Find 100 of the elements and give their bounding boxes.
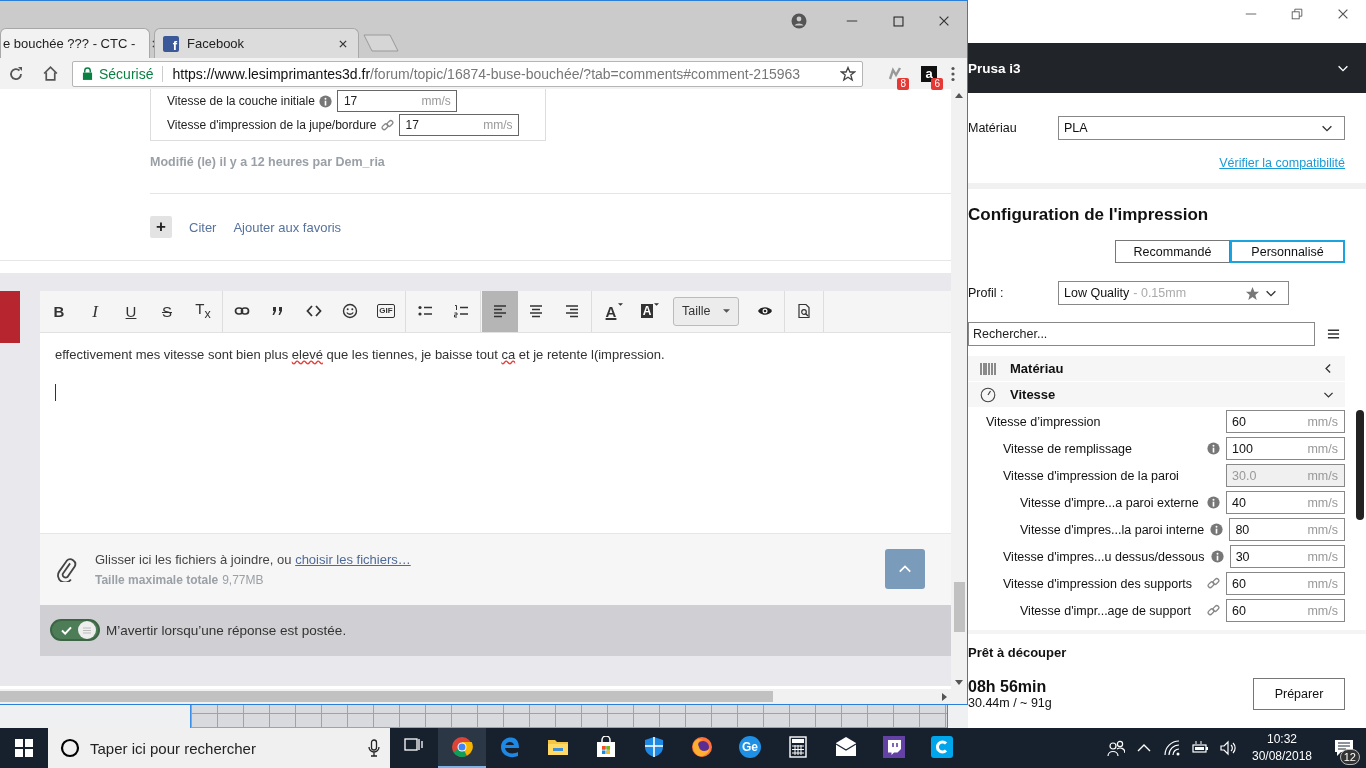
- format-button[interactable]: A: [629, 290, 665, 332]
- action-link[interactable]: Citer: [189, 219, 217, 235]
- search-icon: [60, 738, 80, 758]
- extension-icon: [887, 65, 903, 82]
- browser-tab[interactable]: f Facebook: [154, 28, 359, 58]
- category-label: Vitesse: [1010, 387, 1056, 402]
- menu-icon: [1327, 328, 1340, 340]
- unit-label: mm/s: [1307, 468, 1338, 483]
- avatar-placeholder: [0, 290, 20, 343]
- category-header[interactable]: Vitesse: [968, 382, 1345, 407]
- home-icon: [41, 65, 59, 82]
- print-time: 08h 56min: [968, 678, 1048, 696]
- unit-label: mm/s: [483, 118, 513, 132]
- notify-toggle[interactable]: [50, 619, 100, 642]
- gauge-icon: [980, 386, 996, 403]
- taskbar-app[interactable]: [438, 728, 486, 768]
- setting-label: Vitesse de la couche initiale: [167, 94, 315, 108]
- mode-tab[interactable]: Recommandé: [1115, 240, 1230, 263]
- section-title: Configuration de l'impression: [968, 205, 1210, 225]
- setting-field[interactable]: 60 mm/s: [1226, 599, 1345, 622]
- search-box[interactable]: Taper ici pour rechercher: [48, 728, 390, 768]
- left-button[interactable]: [482, 290, 518, 332]
- unit-label: mm/s: [1307, 495, 1338, 510]
- field-value: 60: [1232, 603, 1246, 618]
- field-value: 17: [343, 94, 358, 108]
- scroll-thumb[interactable]: [0, 691, 773, 702]
- setting-field[interactable]: 100 mm/s: [1226, 437, 1345, 460]
- wifi-icon: [1163, 739, 1181, 757]
- scrollbar[interactable]: [1356, 410, 1364, 520]
- notification-button[interactable]: 12: [1322, 728, 1366, 768]
- format-button[interactable]: T$_{x}$: [185, 290, 221, 332]
- lock-icon: [82, 67, 93, 80]
- scroll-thumb[interactable]: [953, 582, 965, 632]
- setting-label: Vitesse de remplissage: [1002, 441, 1133, 456]
- material-dropdown[interactable]: PLA: [1058, 116, 1345, 140]
- format-button[interactable]: U: [113, 290, 149, 332]
- material-usage: 30.44m / ~ 91g: [968, 696, 1052, 710]
- smiley-icon: [342, 303, 358, 320]
- profile-name: Low Quality: [1064, 286, 1130, 300]
- search-input[interactable]: Taper ici pour rechercher: [88, 738, 360, 758]
- unit-label: mm/s: [1307, 414, 1338, 429]
- action-link[interactable]: Ajouter aux favoris: [233, 219, 342, 235]
- info-icon: [1210, 523, 1224, 536]
- close-icon: [937, 14, 951, 28]
- printer-selector[interactable]: Prusa i3: [968, 43, 1366, 93]
- setting-label: Vitesse d’impression: [985, 414, 1102, 429]
- field-value: 100: [1232, 441, 1253, 456]
- address-bar[interactable]: Sécurisé https://www.lesimprimantes3d.fr/forum/topic/16874-buse-bouchée/?tab=comments#comment-215963: [72, 60, 863, 87]
- format-button[interactable]: B: [41, 290, 77, 332]
- badge: 6: [931, 77, 943, 90]
- format-button[interactable]: A: [593, 290, 629, 332]
- link-icon: [1206, 604, 1220, 617]
- drop-hint: Glisser ici les fichiers à joindre, ou choisir les fichiers…: [95, 551, 411, 567]
- arrow-right-icon: [942, 692, 947, 701]
- size-value: 9,77MB: [222, 572, 264, 587]
- link-icon: [381, 118, 395, 132]
- size-label: Taille maximale totale: [95, 572, 219, 587]
- setting-field[interactable]: 60 mm/s: [1226, 572, 1345, 595]
- setting-label: Vitesse d'impres...u dessus/dessous: [1002, 549, 1205, 564]
- field-value: 60: [1232, 414, 1246, 429]
- star-icon: [840, 65, 856, 82]
- unit-label: mm/s: [1307, 549, 1338, 564]
- tab-title: Facebook: [187, 36, 245, 51]
- mode-tab[interactable]: Personnalisé: [1230, 240, 1345, 263]
- badge: 8: [897, 77, 909, 90]
- reload-icon: [8, 65, 24, 82]
- clock-date: 30/08/2018: [1250, 748, 1314, 765]
- document-search-icon: [795, 303, 812, 320]
- format-button[interactable]: GIF: [368, 290, 404, 332]
- scroll-top-button[interactable]: [885, 549, 925, 590]
- new-tab-icon: [363, 34, 399, 52]
- arrow-down-icon: [955, 680, 963, 685]
- profile-dropdown[interactable]: Low Quality - 0.15mm: [1058, 281, 1289, 305]
- tab-title: e bouchée ??? - CTC -: [3, 36, 136, 51]
- envelope-icon: [835, 736, 857, 758]
- format-button[interactable]: S: [149, 290, 185, 332]
- add-button[interactable]: +: [150, 216, 172, 238]
- badge: 12: [1339, 749, 1360, 765]
- prepare-button[interactable]: Préparer: [1253, 678, 1345, 710]
- category-header[interactable]: Matériau: [968, 356, 1345, 381]
- font-size-dropdown[interactable]: Taille: [673, 296, 739, 326]
- edge-logo-icon: [499, 736, 521, 758]
- app-logo-icon: [931, 736, 953, 758]
- category-label: Matériau: [1010, 361, 1064, 376]
- setting-field[interactable]: 60 mm/s: [1226, 410, 1345, 433]
- horizontal-scrollbar[interactable]: [0, 689, 967, 704]
- notify-label: M’avertir lorsqu’une réponse est postée.: [106, 622, 347, 638]
- caret-icon: [722, 309, 730, 314]
- choose-files-link[interactable]: choisir les fichiers…: [295, 551, 411, 567]
- info-icon: [319, 94, 333, 108]
- format-button[interactable]: I: [77, 290, 113, 332]
- clock[interactable]: 10:32 30/08/2018: [1242, 731, 1322, 765]
- setting-label: Vitesse d'impres...la paroi interne: [1019, 522, 1205, 537]
- edit-note: Modifié (le) il y a 12 heures par Dem_ria: [150, 155, 386, 169]
- setting-label: Vitesse d'impr...age de support: [1019, 603, 1192, 618]
- search-field[interactable]: Rechercher...: [968, 322, 1315, 346]
- arrow-up-icon: [955, 93, 963, 98]
- setting-field[interactable]: 30 mm/s: [1229, 545, 1345, 568]
- profile-layer-height: - 0.15mm: [1133, 286, 1187, 300]
- status-title: Prêt à découper: [968, 645, 1068, 660]
